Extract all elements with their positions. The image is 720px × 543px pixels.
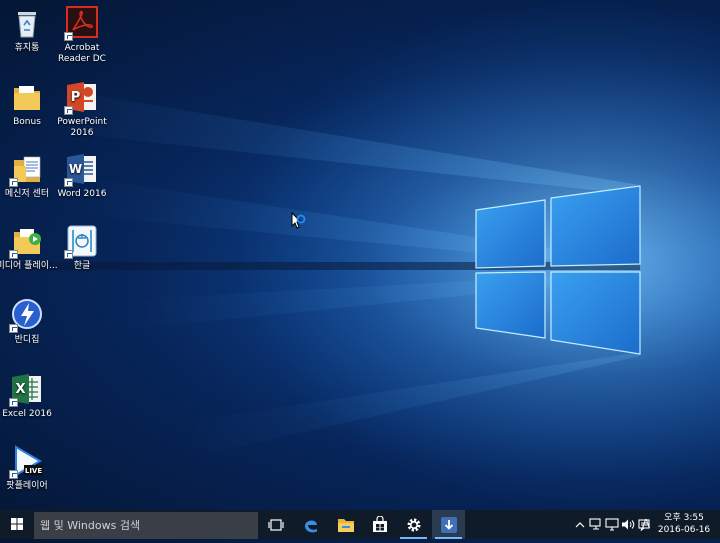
desktop-icon-label: 한글 <box>73 261 91 271</box>
desktop-icon-label: 반디집 <box>14 335 40 345</box>
display-tray-button[interactable] <box>605 518 619 531</box>
desktop-icon-potplayer[interactable]: LIVE 팟플레이어 <box>0 444 59 492</box>
desktop-icon-label: Word 2016 <box>57 189 107 199</box>
shortcut-arrow-icon <box>9 324 18 333</box>
svg-text:W: W <box>69 162 82 176</box>
clock-time: 오후 3:55 <box>664 513 704 523</box>
desktop-icon-label: PowerPoint 2016 <box>57 117 107 138</box>
taskbar-clock[interactable]: 오후 3:55 2016-06-16 <box>656 512 712 536</box>
shortcut-arrow-icon <box>64 178 73 187</box>
recycle-bin-icon <box>18 12 36 38</box>
busy-cursor-icon <box>291 212 306 229</box>
edge-taskbar-button[interactable] <box>294 510 327 539</box>
svg-text:P: P <box>71 90 81 105</box>
desktop-icon-acrobat-reader[interactable]: Acrobat Reader DC <box>50 6 114 65</box>
monitor-icon <box>605 518 619 531</box>
desktop-icon-label: Excel 2016 <box>2 409 52 419</box>
start-button[interactable] <box>0 510 34 539</box>
svg-text:X: X <box>15 382 25 397</box>
windows-start-icon <box>11 518 23 530</box>
store-taskbar-button[interactable] <box>363 510 396 539</box>
chevron-up-icon <box>575 521 585 527</box>
shortcut-arrow-icon <box>9 250 18 259</box>
desktop-icon-excel[interactable]: X Excel 2016 <box>0 372 59 420</box>
shortcut-arrow-icon <box>9 470 18 479</box>
search-input[interactable]: 웹 및 Windows 검색 <box>34 512 258 539</box>
file-explorer-taskbar-button[interactable] <box>329 510 362 539</box>
shortcut-arrow-icon <box>64 106 73 115</box>
clock-date: 2016-06-16 <box>657 525 711 535</box>
speaker-icon <box>622 519 635 530</box>
desktop-icon-label: Acrobat Reader DC <box>58 43 106 64</box>
settings-icon <box>407 518 420 531</box>
desktop-icon-bandizip[interactable]: 반디집 <box>0 298 59 346</box>
folder-icon <box>14 86 40 110</box>
download-app-icon <box>440 516 457 533</box>
desktop-icon-powerpoint[interactable]: P PowerPoint 2016 <box>50 80 114 139</box>
shortcut-arrow-icon <box>9 398 18 407</box>
store-icon <box>372 516 387 532</box>
show-hidden-icons-button[interactable] <box>574 518 586 531</box>
network-tray-button[interactable] <box>589 518 603 531</box>
download-app-taskbar-button[interactable] <box>432 510 465 539</box>
taskbar: 웹 및 Windows 검색 A 오후 3:55 2016-06-16 <box>0 510 720 539</box>
task-view-button[interactable] <box>259 510 292 539</box>
desktop-icon-word[interactable]: W Word 2016 <box>50 152 114 200</box>
edge-icon <box>304 520 317 532</box>
shortcut-arrow-icon <box>64 32 73 41</box>
settings-taskbar-button[interactable] <box>397 510 430 539</box>
desktop-icon-label: 팟플레이어 <box>6 481 48 491</box>
volume-tray-button[interactable] <box>621 518 635 531</box>
task-view-icon <box>267 518 284 531</box>
shortcut-arrow-icon <box>64 250 73 259</box>
file-explorer-icon <box>337 518 354 532</box>
live-badge: LIVE <box>25 467 42 475</box>
input-method-indicator[interactable]: A <box>640 517 652 531</box>
shortcut-arrow-icon <box>9 178 18 187</box>
network-icon <box>589 518 601 530</box>
desktop-icon-hangul[interactable]: 한글 <box>50 224 114 272</box>
